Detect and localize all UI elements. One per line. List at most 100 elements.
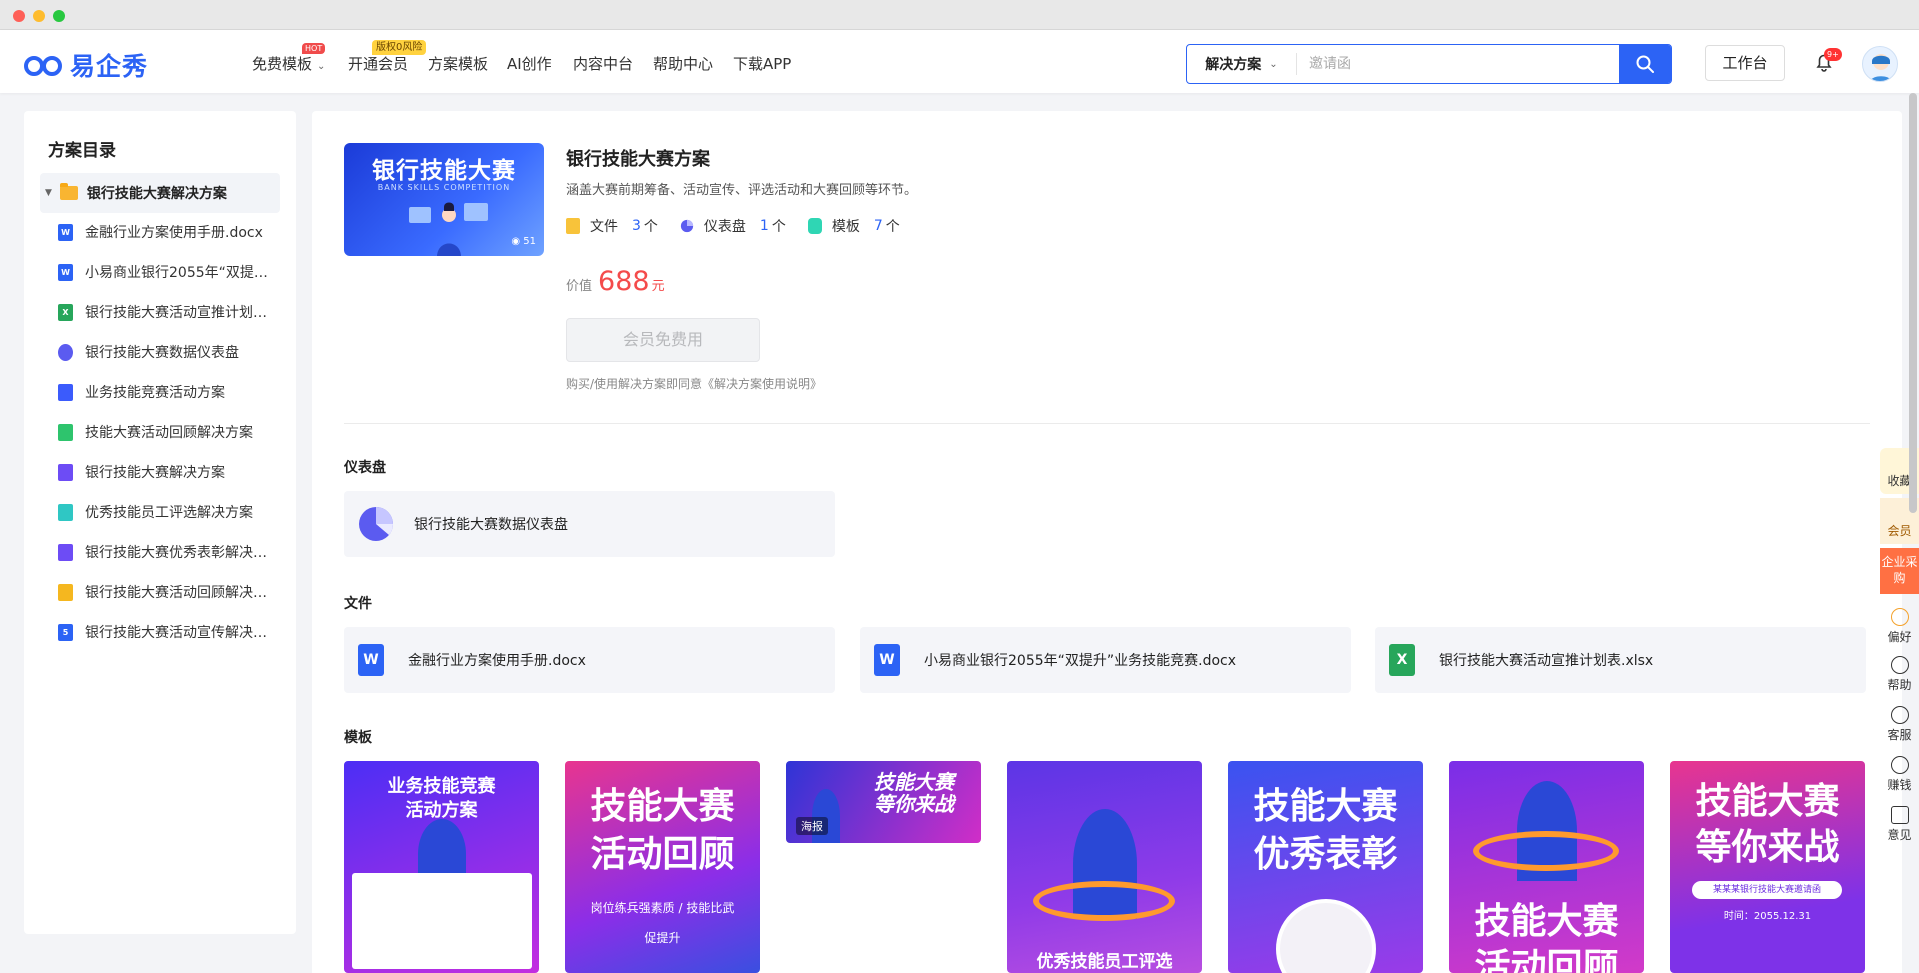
doc-icon xyxy=(58,583,73,601)
rail-preferences[interactable]: 偏好 xyxy=(1880,608,1919,645)
headset-icon xyxy=(1890,706,1909,724)
main-content: 银行技能大赛 BANK SKILLS COMPETITION ◉ 51 银行技能… xyxy=(312,111,1902,973)
template-card[interactable]: 技能大赛 等你来战 某某某银行技能大赛邀请函 时间：2055.12.31 xyxy=(1670,761,1865,973)
template-card[interactable]: 技能大赛 等你来战 海报 xyxy=(786,761,981,843)
sidebar-item[interactable]: 优秀技能员工评选解决方案 xyxy=(58,502,268,522)
help-icon xyxy=(1890,656,1909,674)
poster-tag: 海报 xyxy=(796,817,828,835)
cover-view-count: ◉ 51 xyxy=(511,236,536,247)
sidebar-item[interactable]: 银行技能大赛活动回顾解决方案 xyxy=(58,582,268,602)
files-section-title: 文件 xyxy=(344,596,372,612)
h5-icon: 5 xyxy=(58,623,73,641)
sidebar-item[interactable]: 业务技能竞赛活动方案 xyxy=(58,382,268,402)
close-window-button[interactable] xyxy=(13,10,25,22)
search-scope-dropdown[interactable]: 解决方案 ⌄ xyxy=(1187,53,1297,75)
nav-solution-templates[interactable]: 方案模板 xyxy=(428,53,488,74)
template-card[interactable]: 技能大赛 活动回顾 xyxy=(1449,761,1644,973)
template-card[interactable]: 技能大赛 活动回顾 岗位练兵强素质 / 技能比武促提升 xyxy=(565,761,760,973)
sidebar-item-label: 银行技能大赛解决方案 xyxy=(85,465,225,481)
agreement-text[interactable]: 购买/使用解决方案即同意《解决方案使用说明》 xyxy=(566,375,822,392)
price-value: 688 xyxy=(598,266,650,297)
stat-dashboards: 仪表盘 1 个 xyxy=(680,216,786,236)
cover-illustration-icon xyxy=(409,202,488,256)
chevron-down-icon: ⌄ xyxy=(317,61,326,72)
avatar[interactable] xyxy=(1862,46,1898,82)
search-button[interactable] xyxy=(1619,45,1671,83)
template-card[interactable]: 优秀技能员工评选 xyxy=(1007,761,1202,973)
search-icon xyxy=(1636,55,1654,73)
stat-templates: 模板 7 个 xyxy=(807,216,900,236)
cover-subtitle: BANK SKILLS COMPETITION xyxy=(377,183,511,192)
sidebar-title: 方案目录 xyxy=(48,141,116,161)
rail-enterprise-purchase[interactable]: 企业采购 xyxy=(1880,548,1919,594)
nav-help-center[interactable]: 帮助中心 xyxy=(653,53,713,74)
excel-icon: X xyxy=(58,303,73,321)
nav-open-membership[interactable]: 开通会员 xyxy=(348,53,408,74)
solution-cover-image[interactable]: 银行技能大赛 BANK SKILLS COMPETITION ◉ 51 xyxy=(344,143,544,256)
workbench-button[interactable]: 工作台 xyxy=(1705,45,1785,81)
logo-mark-icon xyxy=(24,51,68,79)
rail-help[interactable]: 帮助 xyxy=(1880,656,1919,693)
word-icon: W xyxy=(58,263,73,281)
word-icon: W xyxy=(58,223,73,241)
sidebar-item-label: 银行技能大赛活动回顾解决方案 xyxy=(85,585,268,601)
solution-stats: 文件 3 个 仪表盘 1 个 模板 7 个 xyxy=(566,216,922,236)
sidebar-item[interactable]: 技能大赛活动回顾解决方案 xyxy=(58,422,268,442)
page-scrollbar[interactable] xyxy=(1909,93,1917,513)
sidebar-item[interactable]: W 小易商业银行2055年“双提升”业务技能竞赛.docx xyxy=(58,262,268,282)
sidebar-item-label: 金融行业方案使用手册.docx xyxy=(85,225,263,241)
image-icon xyxy=(58,543,73,561)
nav-free-templates[interactable]: 免费模板 ⌄ xyxy=(252,53,325,74)
eye-icon: ◉ xyxy=(511,236,521,247)
pie-chart-icon xyxy=(359,507,394,541)
solution-description: 涵盖大赛前期筹备、活动宣传、评选活动和大赛回顾等环节。 xyxy=(566,183,918,198)
sidebar-item-label: 银行技能大赛活动宣推计划表.xlsx xyxy=(85,305,268,321)
search-bar: 解决方案 ⌄ xyxy=(1186,44,1672,84)
member-free-use-button[interactable]: 会员免费用 xyxy=(566,318,760,362)
sidebar-item[interactable]: X 银行技能大赛活动宣推计划表.xlsx xyxy=(58,302,268,322)
stat-files: 文件 3 个 xyxy=(566,216,658,236)
solution-title: 银行技能大赛方案 xyxy=(566,149,710,170)
chevron-down-icon: ⌄ xyxy=(1269,58,1278,70)
rail-customer-service[interactable]: 客服 xyxy=(1880,706,1919,743)
dashboard-icon xyxy=(680,219,694,233)
sidebar-item-label: 技能大赛活动回顾解决方案 xyxy=(85,425,253,441)
sidebar-item-label: 银行技能大赛活动宣传解决方案 xyxy=(85,625,268,641)
sidebar-item[interactable]: W 金融行业方案使用手册.docx xyxy=(58,222,268,242)
nav-ai-creation[interactable]: AI创作 xyxy=(507,53,552,74)
top-navigation: 易企秀 免费模板 ⌄ HOT 开通会员 版权0风险 方案模板 AI创作 内容中台 … xyxy=(0,30,1919,93)
file-card[interactable]: W 金融行业方案使用手册.docx xyxy=(344,627,835,693)
sidebar-item-label: 小易商业银行2055年“双提升”业务技能竞赛.docx xyxy=(85,265,268,281)
sidebar-item[interactable]: 银行技能大赛数据仪表盘 xyxy=(58,342,268,362)
rail-earn-money[interactable]: 赚钱 xyxy=(1880,756,1919,793)
feedback-icon xyxy=(1890,806,1909,824)
file-card[interactable]: W 小易商业银行2055年“双提升”业务技能竞赛.docx xyxy=(860,627,1351,693)
maximize-window-button[interactable] xyxy=(53,10,65,22)
rail-feedback[interactable]: 意见 xyxy=(1880,806,1919,843)
template-card[interactable]: 业务技能竞赛 活动方案 企业介绍 01 / 活动回顾 02 xyxy=(344,761,539,973)
caret-down-icon: ▼ xyxy=(45,188,52,198)
template-card[interactable]: 技能大赛 优秀表彰 xyxy=(1228,761,1423,973)
brand-logo[interactable]: 易企秀 xyxy=(24,47,148,83)
search-input[interactable] xyxy=(1297,45,1619,83)
image-icon xyxy=(58,463,73,481)
nav-download-app[interactable]: 下载APP xyxy=(733,53,791,74)
dashboard-icon xyxy=(58,343,73,361)
templates-section-title: 模板 xyxy=(344,730,372,746)
sidebar-item[interactable]: 银行技能大赛优秀表彰解决方案 xyxy=(58,542,268,562)
sidebar-folder[interactable]: ▼ 银行技能大赛解决方案 xyxy=(40,173,280,213)
avatar-icon xyxy=(1870,54,1892,81)
sidebar-item[interactable]: 5 银行技能大赛活动宣传解决方案 xyxy=(58,622,268,642)
sidebar-item[interactable]: 银行技能大赛解决方案 xyxy=(58,462,268,482)
window-titlebar xyxy=(0,0,1919,30)
file-icon xyxy=(566,218,580,234)
nav-content-hub[interactable]: 内容中台 xyxy=(573,53,633,74)
solution-price: 价值 688 元 xyxy=(566,266,665,297)
minimize-window-button[interactable] xyxy=(33,10,45,22)
file-card[interactable]: X 银行技能大赛活动宣推计划表.xlsx xyxy=(1375,627,1866,693)
money-bag-icon xyxy=(1890,756,1909,774)
sidebar-item-label: 优秀技能员工评选解决方案 xyxy=(85,505,253,521)
dashboard-card[interactable]: 银行技能大赛数据仪表盘 xyxy=(344,491,835,557)
word-icon: W xyxy=(874,644,900,676)
sidebar-item-label: 银行技能大赛数据仪表盘 xyxy=(85,345,239,361)
